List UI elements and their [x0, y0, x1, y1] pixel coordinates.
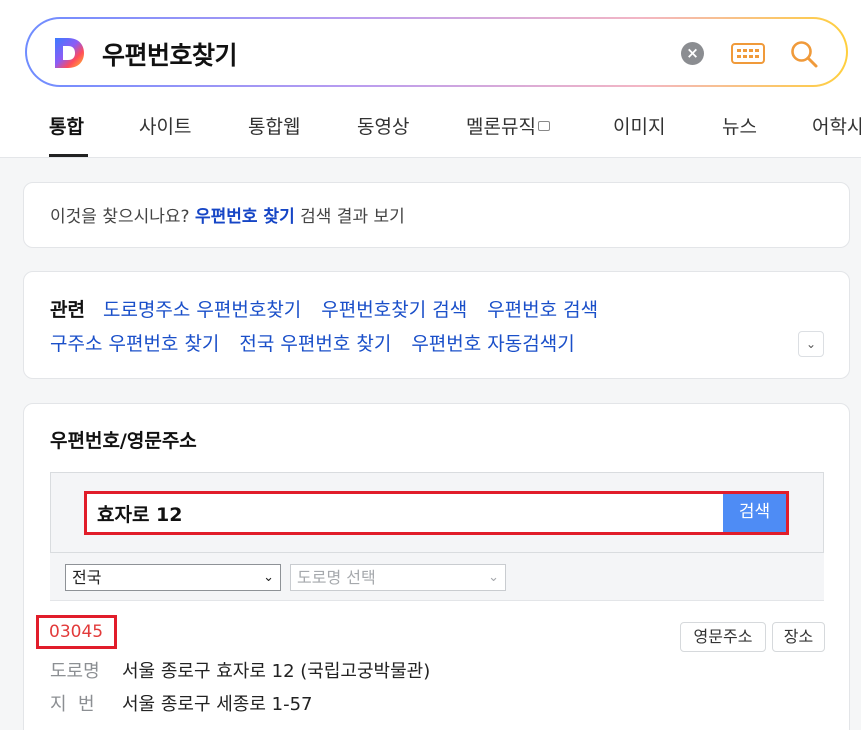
search-bar: 우편번호찾기 × — [27, 19, 846, 85]
daum-logo-icon[interactable] — [53, 36, 85, 70]
zip-code[interactable]: 03045 — [49, 622, 103, 642]
road-select[interactable]: 도로명 선택 ⌄ — [290, 564, 506, 591]
related-link[interactable]: 전국 우편번호 찾기 — [239, 333, 391, 355]
tab-bar: 통합 사이트 통합웹 동영상 멜론뮤직 이미지 뉴스 어학사 — [0, 100, 861, 158]
related-link[interactable]: 우편번호 자동검색기 — [411, 333, 574, 355]
filter-bar: 전국 ⌄ 도로명 선택 ⌄ — [50, 553, 824, 601]
suggestion-link[interactable]: 우편번호 찾기 — [195, 207, 295, 227]
road-address-row: 도로명 서울 종로구 효자로 12 (국립고궁박물관) — [50, 657, 430, 683]
clear-icon[interactable]: × — [681, 42, 704, 65]
external-window-icon — [537, 120, 550, 131]
zip-highlight-box: 03045 — [36, 615, 117, 649]
address-search-box: 검색 — [84, 491, 789, 535]
suggestion-card: 이것을 찾으시나요? 우편번호 찾기 검색 결과 보기 — [23, 182, 850, 248]
related-title: 관련 — [50, 299, 85, 321]
postal-card-title: 우편번호/영문주소 — [50, 430, 197, 452]
lot-address-value: 서울 종로구 세종로 1-57 — [122, 694, 313, 715]
tab-melon-music[interactable]: 멜론뮤직 — [466, 112, 550, 139]
keyboard-icon[interactable] — [731, 43, 765, 64]
address-input[interactable] — [87, 494, 723, 532]
road-select-value: 도로명 선택 — [297, 568, 376, 587]
postal-code-card: 우편번호/영문주소 검색 전국 ⌄ 도로명 선택 ⌄ 03045 영문주소 장소 도… — [23, 403, 850, 730]
address-search-button[interactable]: 검색 — [723, 494, 786, 532]
chevron-down-icon: ⌄ — [488, 570, 499, 585]
tab-integrated[interactable]: 통합 — [49, 112, 84, 139]
tab-site[interactable]: 사이트 — [139, 112, 191, 139]
address-search-panel: 검색 — [50, 472, 824, 553]
related-link[interactable]: 도로명주소 우편번호찾기 — [103, 299, 301, 321]
road-address-value: 서울 종로구 효자로 12 (국립고궁박물관) — [122, 661, 431, 682]
header: 우편번호찾기 × 통합 사이트 통합웹 동영상 멜론뮤직 이미지 뉴스 어학사 — [0, 0, 861, 158]
search-box: 우편번호찾기 × — [25, 17, 848, 87]
expand-chevron-icon[interactable]: ⌄ — [798, 331, 824, 357]
related-link[interactable]: 우편번호찾기 검색 — [321, 299, 467, 321]
related-link[interactable]: 우편번호 검색 — [487, 299, 598, 321]
suggestion-text: 이것을 찾으시나요? 우편번호 찾기 검색 결과 보기 — [50, 202, 405, 227]
tab-image[interactable]: 이미지 — [613, 112, 665, 139]
tab-web[interactable]: 통합웹 — [248, 112, 300, 139]
suggestion-suffix: 검색 결과 보기 — [300, 207, 405, 227]
related-row-2: 구주소 우편번호 찾기 전국 우편번호 찾기 우편번호 자동검색기 — [50, 329, 595, 356]
road-address-label: 도로명 — [50, 661, 100, 682]
lot-address-label: 지 번 — [50, 694, 95, 715]
related-searches-card: 관련 도로명주소 우편번호찾기 우편번호찾기 검색 우편번호 검색 구주소 우편번호 … — [23, 271, 850, 379]
related-row-1: 관련 도로명주소 우편번호찾기 우편번호찾기 검색 우편번호 검색 — [50, 295, 618, 322]
tab-dictionary[interactable]: 어학사 — [812, 112, 861, 139]
region-select-value: 전국 — [72, 568, 102, 587]
lot-address-row: 지 번 서울 종로구 세종로 1-57 — [50, 690, 313, 716]
search-query-input[interactable]: 우편번호찾기 — [102, 36, 238, 72]
tab-melon-music-label: 멜론뮤직 — [466, 116, 536, 138]
english-address-button[interactable]: 영문주소 — [680, 622, 766, 652]
active-tab-indicator — [49, 154, 88, 157]
tab-video[interactable]: 동영상 — [357, 112, 409, 139]
search-icon[interactable] — [789, 39, 819, 69]
region-select[interactable]: 전국 ⌄ — [65, 564, 281, 591]
suggestion-prefix: 이것을 찾으시나요? — [50, 207, 190, 227]
tab-news[interactable]: 뉴스 — [722, 112, 757, 139]
related-link[interactable]: 구주소 우편번호 찾기 — [50, 333, 219, 355]
chevron-down-icon: ⌄ — [263, 570, 274, 585]
place-button[interactable]: 장소 — [772, 622, 825, 652]
